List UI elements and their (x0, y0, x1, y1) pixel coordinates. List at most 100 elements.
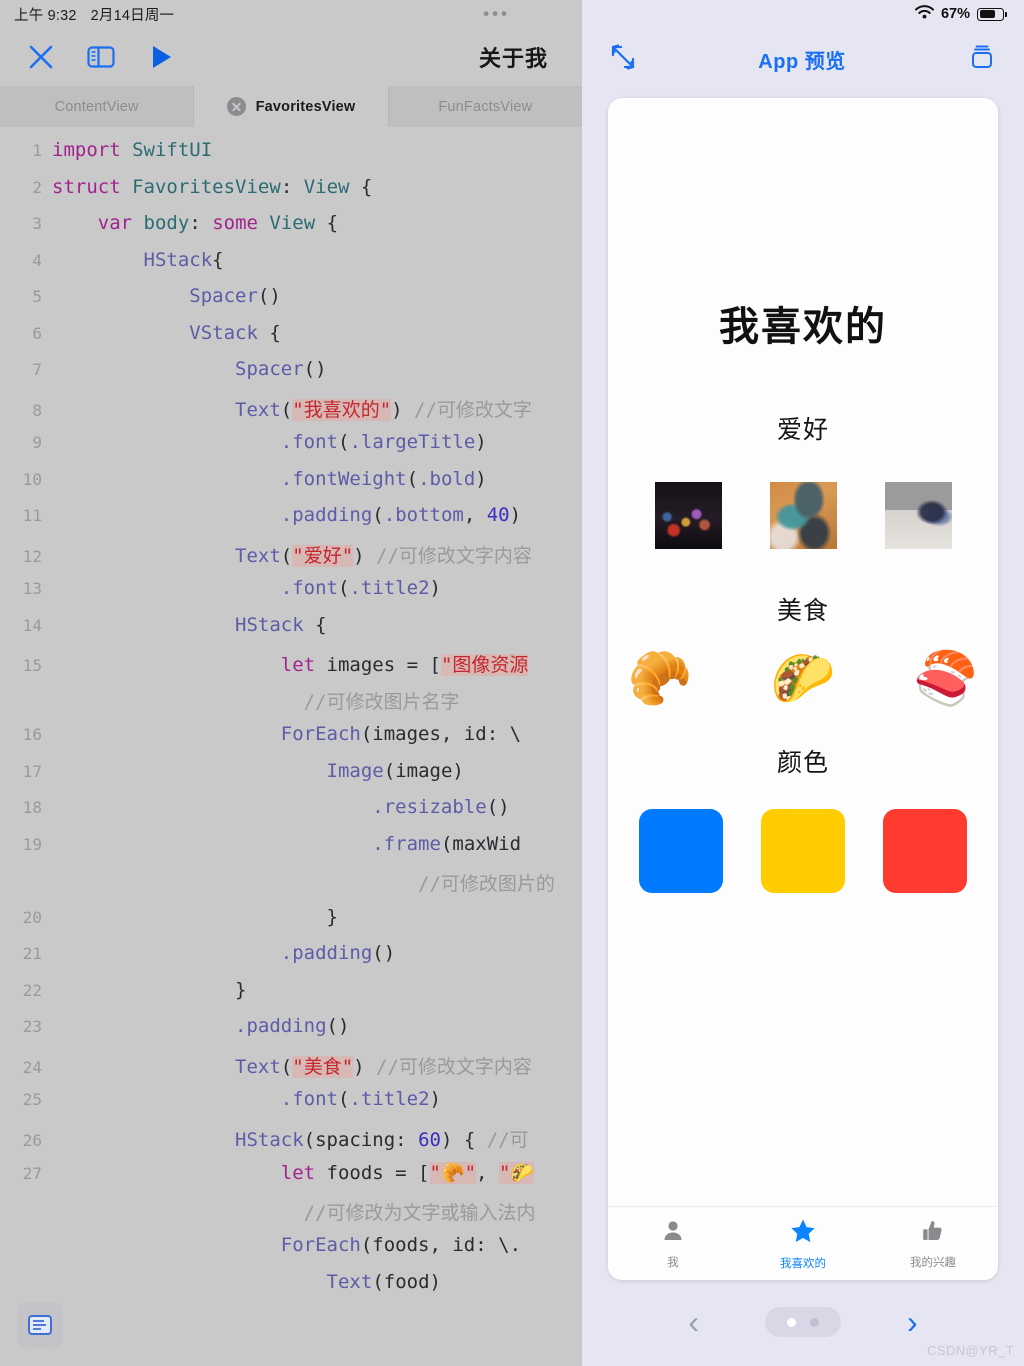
code-line[interactable]: 18 .resizable() (0, 796, 582, 833)
project-title: 关于我 (478, 46, 548, 71)
app-tab-interests[interactable]: 我的兴趣 (868, 1218, 998, 1270)
code-line[interactable]: 11 .padding(.bottom, 40) (0, 504, 582, 541)
console-icon[interactable] (17, 1302, 63, 1348)
watermark: CSDN@YR_T (927, 1343, 1014, 1358)
section-label-foods: 美食 (776, 597, 829, 625)
status-date: 2月14日周一 (90, 7, 175, 24)
code-line-text: ForEach(foods, id: \. (280, 1234, 522, 1256)
code-line-text: //可修改图片名字 (303, 690, 460, 713)
code-line-text: HStack { (235, 613, 327, 636)
code-text-area[interactable]: 1 import SwiftUI 2 struct FavoritesView: Vi… (0, 127, 582, 1366)
expand-icon[interactable] (608, 42, 638, 77)
hobby-photo-2 (769, 482, 837, 549)
code-line[interactable]: ForEach(foods, id: \. (0, 1234, 582, 1271)
sidebar-toggle-icon[interactable] (84, 40, 118, 74)
preview-title: App 预览 (758, 50, 846, 73)
code-line[interactable]: //可修改图片名字 (0, 687, 582, 724)
run-icon[interactable] (144, 40, 178, 74)
code-line-text: .padding() (280, 942, 396, 964)
code-line[interactable]: 26 HStack(spacing: 60) { //可 (0, 1125, 582, 1162)
editor-toolbar: 关于我 (0, 28, 582, 86)
code-line[interactable]: 20 } (0, 906, 582, 943)
code-editor-pane: 上午 9:32 2月14日周一 ••• 关于我 ContentView Favo… (0, 0, 582, 1366)
code-line[interactable]: 15 let images = ["图像资源 (0, 650, 582, 687)
color-swatch-blue (639, 809, 723, 893)
page-dot-2[interactable] (810, 1317, 819, 1327)
food-emoji-1: 🥐 (627, 650, 693, 708)
code-line[interactable]: 2 struct FavoritesView: View { (0, 176, 582, 213)
code-line-text: Text("我喜欢的") //可修改文字 (235, 398, 532, 421)
code-line[interactable]: 14 HStack { (0, 614, 582, 651)
prev-page-button[interactable]: ‹ (688, 1306, 699, 1338)
code-line[interactable]: 3 var body: some View { (0, 212, 582, 249)
code-line-text: //可修改为文字或输入法内 (303, 1201, 536, 1224)
code-line[interactable]: 4 HStack{ (0, 249, 582, 286)
line-number: 4 (32, 250, 42, 270)
code-line[interactable]: 21 .padding() (0, 942, 582, 979)
section-label-colors: 颜色 (776, 749, 829, 777)
code-line[interactable]: Text(food) (0, 1271, 582, 1308)
code-line[interactable]: 7 Spacer() (0, 358, 582, 395)
code-line-text: let images = ["图像资源 (280, 654, 529, 676)
code-line-text: Text(food) (326, 1270, 441, 1293)
app-tab-label: 我的兴趣 (910, 1256, 956, 1269)
app-page-title: 我喜欢的 (719, 305, 887, 349)
code-line[interactable]: 23 .padding() (0, 1015, 582, 1052)
color-swatch-row (639, 809, 967, 893)
code-line-text: //可修改图片的 (418, 873, 555, 895)
line-number: 11 (22, 506, 42, 525)
code-line[interactable]: 6 VStack { (0, 322, 582, 359)
food-emoji-2: 🌮 (770, 650, 836, 708)
hobby-photo-3 (884, 482, 952, 549)
code-line[interactable]: //可修改图片的 (0, 869, 582, 906)
code-line-text: .font(.title2) (280, 1088, 441, 1110)
page-indicator[interactable] (765, 1307, 841, 1337)
code-line[interactable]: 8 Text("我喜欢的") //可修改文字 (0, 395, 582, 432)
page-dot-1[interactable] (787, 1317, 796, 1327)
food-emoji-row: 🥐 🌮 🍣 (628, 653, 978, 705)
code-line[interactable]: 5 Spacer() (0, 285, 582, 322)
line-number: 17 (22, 761, 42, 781)
line-number: 6 (32, 323, 42, 343)
code-line[interactable]: 9 .font(.largeTitle) (0, 431, 582, 468)
code-line[interactable]: 1 import SwiftUI (0, 139, 582, 176)
app-tab-favorites[interactable]: 我喜欢的 (738, 1217, 868, 1271)
code-line-text: VStack { (189, 321, 281, 344)
code-line[interactable]: 27 let foods = ["🥐", "🌮 (0, 1161, 582, 1198)
code-line[interactable]: //可修改为文字或输入法内 (0, 1198, 582, 1235)
code-line[interactable]: 22 } (0, 979, 582, 1016)
app-root: 上午 9:32 2月14日周一 ••• 关于我 ContentView Favo… (0, 0, 1024, 1366)
multitasking-dots-icon[interactable]: ••• (483, 5, 510, 22)
tab-funfactsview[interactable]: FunFactsView (389, 86, 582, 127)
line-number: 26 (22, 1130, 42, 1150)
code-line-text: Spacer() (235, 358, 327, 380)
star-icon (789, 1217, 817, 1250)
code-line[interactable]: 17 Image(image) (0, 760, 582, 797)
code-line[interactable]: 19 .frame(maxWid (0, 833, 582, 870)
line-number: 13 (22, 579, 42, 598)
tab-close-icon[interactable] (226, 97, 246, 116)
code-line-text: let foods = ["🥐", "🌮 (280, 1162, 535, 1184)
code-line[interactable]: 16 ForEach(images, id: \ (0, 723, 582, 760)
tab-contentview[interactable]: ContentView (0, 86, 195, 127)
status-time: 上午 9:32 (14, 7, 77, 24)
app-content: 我喜欢的 爱好 美食 🥐 🌮 🍣 颜色 (608, 98, 998, 1206)
code-line-text: .resizable() (372, 796, 510, 818)
line-number: 22 (22, 980, 42, 1000)
code-line[interactable]: 10 .fontWeight(.bold) (0, 468, 582, 505)
code-line[interactable]: 12 Text("爱好") //可修改文字内容 (0, 541, 582, 578)
layers-icon[interactable] (966, 41, 998, 78)
app-tab-me[interactable]: 我 (608, 1218, 738, 1270)
code-line-text: .font(.largeTitle) (280, 431, 487, 453)
tab-favoritesview[interactable]: FavoritesView (194, 86, 389, 127)
code-line[interactable]: 13 .font(.title2) (0, 577, 582, 614)
code-line-text: .padding(.bottom, 40) (280, 504, 522, 526)
close-icon[interactable] (24, 40, 58, 74)
next-page-button[interactable]: › (907, 1306, 918, 1338)
code-line[interactable]: 25 .font(.title2) (0, 1088, 582, 1125)
app-preview-pane: 67% App 预览 我喜欢的 爱好 美食 🥐 🌮 🍣 颜色 我 我喜欢的 我的… (582, 0, 1024, 1366)
line-number: 14 (22, 615, 42, 635)
file-tab-bar: ContentView FavoritesView FunFactsView (0, 86, 582, 127)
ipad-status-bar: 上午 9:32 2月14日周一 ••• (0, 0, 582, 28)
code-line[interactable]: 24 Text("美食") //可修改文字内容 (0, 1052, 582, 1089)
